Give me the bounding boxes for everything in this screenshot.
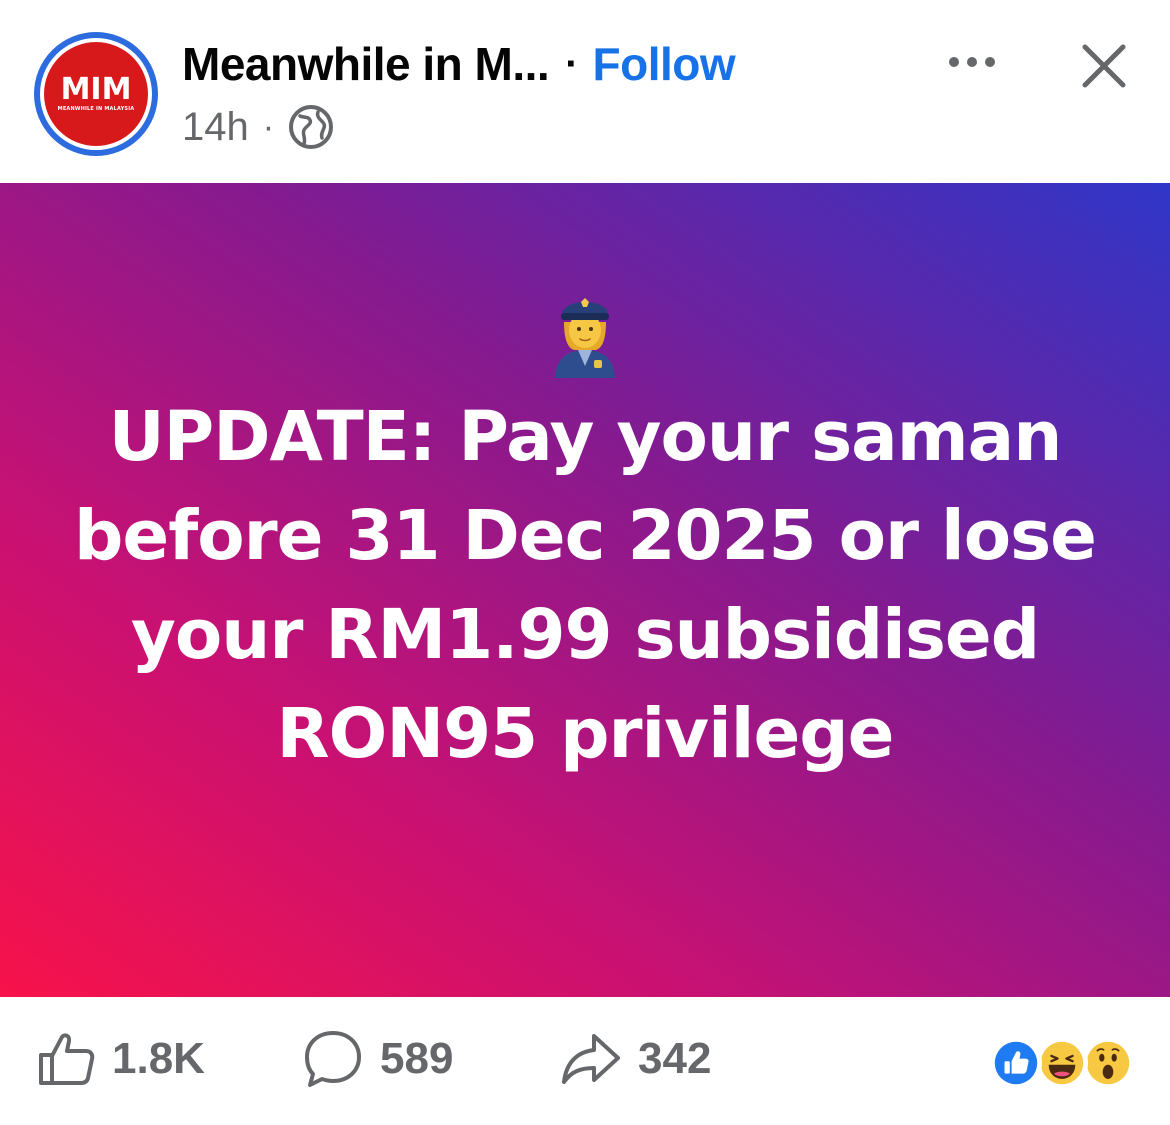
wow-reaction-icon bbox=[1082, 1037, 1134, 1089]
post-content[interactable]: UPDATE: Pay your saman before 31 Dec 202… bbox=[0, 183, 1170, 997]
title-row: Meanwhile in M... · Follow bbox=[182, 34, 736, 94]
share-count: 342 bbox=[638, 1034, 712, 1083]
page-name-link[interactable]: Meanwhile in M... bbox=[182, 37, 550, 91]
post-header: MIM MEANWHILE IN MALAYSIA Meanwhile in M… bbox=[0, 0, 1170, 183]
post-timestamp[interactable]: 14h bbox=[182, 105, 249, 150]
facebook-post: MIM MEANWHILE IN MALAYSIA Meanwhile in M… bbox=[0, 0, 1170, 1125]
avatar-logo-text: MIM bbox=[60, 72, 132, 107]
reactions-summary[interactable] bbox=[986, 1037, 1138, 1091]
share-button[interactable]: 342 bbox=[560, 1027, 711, 1091]
post-meta: 14h · bbox=[182, 102, 334, 152]
title-separator: · bbox=[565, 41, 579, 86]
like-count: 1.8K bbox=[112, 1034, 205, 1083]
like-button[interactable]: 1.8K bbox=[36, 1027, 205, 1091]
meta-separator: · bbox=[262, 107, 275, 146]
close-button[interactable] bbox=[1074, 36, 1134, 96]
more-options-button[interactable] bbox=[944, 42, 1000, 82]
avatar-logo-subtext: MEANWHILE IN MALAYSIA bbox=[57, 106, 135, 112]
share-arrow-icon bbox=[562, 1034, 620, 1084]
comment-count: 589 bbox=[380, 1034, 454, 1083]
comment-button[interactable]: 589 bbox=[302, 1027, 453, 1091]
post-text: UPDATE: Pay your saman before 31 Dec 202… bbox=[74, 397, 1097, 774]
avatar-logo: MIM MEANWHILE IN MALAYSIA bbox=[44, 42, 148, 146]
globe-icon[interactable] bbox=[288, 104, 334, 150]
comment-bubble-icon bbox=[305, 1031, 361, 1087]
like-reaction-icon bbox=[990, 1037, 1042, 1089]
follow-button[interactable]: Follow bbox=[593, 37, 736, 91]
thumbs-up-icon bbox=[39, 1033, 95, 1085]
post-footer: 1.8K 589 342 bbox=[0, 997, 1170, 1125]
police-officer-emoji bbox=[555, 298, 615, 378]
haha-reaction-icon bbox=[1036, 1037, 1088, 1089]
more-horizontal-icon bbox=[949, 57, 995, 67]
close-icon bbox=[1082, 44, 1126, 88]
page-avatar[interactable]: MIM MEANWHILE IN MALAYSIA bbox=[34, 32, 158, 156]
